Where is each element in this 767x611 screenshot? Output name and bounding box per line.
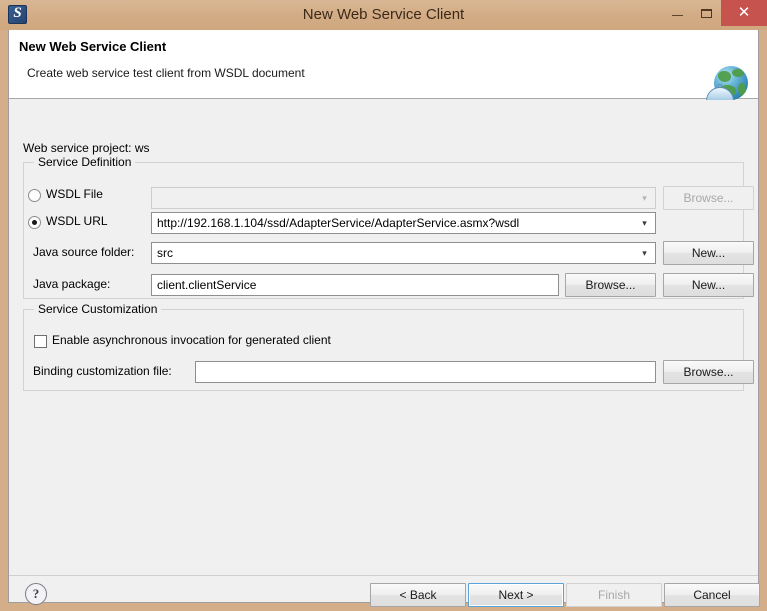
wsdl-file-radio-label: WSDL File (46, 187, 103, 201)
finish-button[interactable]: Finish (566, 583, 662, 607)
wsdl-file-value (157, 188, 635, 208)
java-package-value: client.clientService (157, 278, 257, 292)
wsdl-file-radio[interactable] (28, 189, 41, 202)
page-title: New Web Service Client (19, 39, 167, 54)
next-button[interactable]: Next > (468, 583, 564, 607)
wsdl-file-combo[interactable]: ▾ (151, 187, 656, 209)
web-service-project-label: Web service project: ws (23, 141, 150, 155)
maximize-icon (701, 9, 712, 18)
page-subtitle: Create web service test client from WSDL… (27, 66, 305, 80)
cancel-button[interactable]: Cancel (664, 583, 760, 607)
enable-async-checkbox[interactable] (34, 335, 47, 348)
wsdl-url-radio[interactable] (28, 216, 41, 229)
maximize-button[interactable] (692, 0, 721, 26)
close-button[interactable]: ✕ (721, 0, 767, 26)
binding-customization-file-input[interactable] (195, 361, 656, 383)
service-customization-group: Service Customization Enable asynchronou… (23, 302, 754, 391)
wizard-header: New Web Service Client Create web servic… (9, 30, 758, 112)
window-frame: S New Web Service Client ✕ New Web Servi… (0, 0, 767, 611)
chevron-down-icon: ▾ (642, 248, 647, 258)
enable-async-label: Enable asynchronous invocation for gener… (52, 333, 331, 347)
java-package-new-button[interactable]: New... (663, 273, 754, 297)
binding-customization-browse-button[interactable]: Browse... (663, 360, 754, 384)
chevron-down-icon: ▾ (642, 218, 647, 228)
minimize-icon (672, 15, 683, 16)
dialog-button-bar: ? < Back Next > Finish Cancel (9, 576, 760, 607)
java-package-browse-button[interactable]: Browse... (565, 273, 656, 297)
wsdl-url-value: http://192.168.1.104/ssd/AdapterService/… (157, 216, 520, 230)
java-source-folder-label: Java source folder: (33, 245, 135, 259)
wsdl-url-radio-label: WSDL URL (46, 214, 108, 228)
binding-customization-file-label: Binding customization file: (33, 364, 172, 378)
title-bar: S New Web Service Client ✕ (0, 0, 767, 30)
dialog-client-area: New Web Service Client Create web servic… (8, 30, 760, 607)
java-source-folder-value: src (157, 246, 173, 260)
service-definition-group-title: Service Definition (34, 155, 136, 169)
service-customization-group-title: Service Customization (34, 302, 162, 316)
minimize-button[interactable] (663, 0, 692, 26)
wsdl-file-browse-button[interactable]: Browse... (663, 186, 754, 210)
back-button[interactable]: < Back (370, 583, 466, 607)
java-source-folder-new-button[interactable]: New... (663, 241, 754, 265)
chevron-down-icon: ▾ (642, 193, 647, 203)
java-package-label: Java package: (33, 277, 111, 291)
binding-customization-file-value (201, 362, 650, 382)
window-title: New Web Service Client (302, 6, 465, 23)
wsdl-url-combo[interactable]: http://192.168.1.104/ssd/AdapterService/… (151, 212, 656, 234)
help-icon[interactable]: ? (25, 583, 47, 605)
java-package-input[interactable]: client.clientService (151, 274, 559, 296)
java-source-folder-combo[interactable]: src ▾ (151, 242, 656, 264)
wizard-body: Web service project: ws Service Definiti… (9, 100, 758, 575)
close-icon: ✕ (737, 4, 751, 21)
service-definition-group: Service Definition WSDL File ▾ Browse...… (23, 155, 754, 299)
